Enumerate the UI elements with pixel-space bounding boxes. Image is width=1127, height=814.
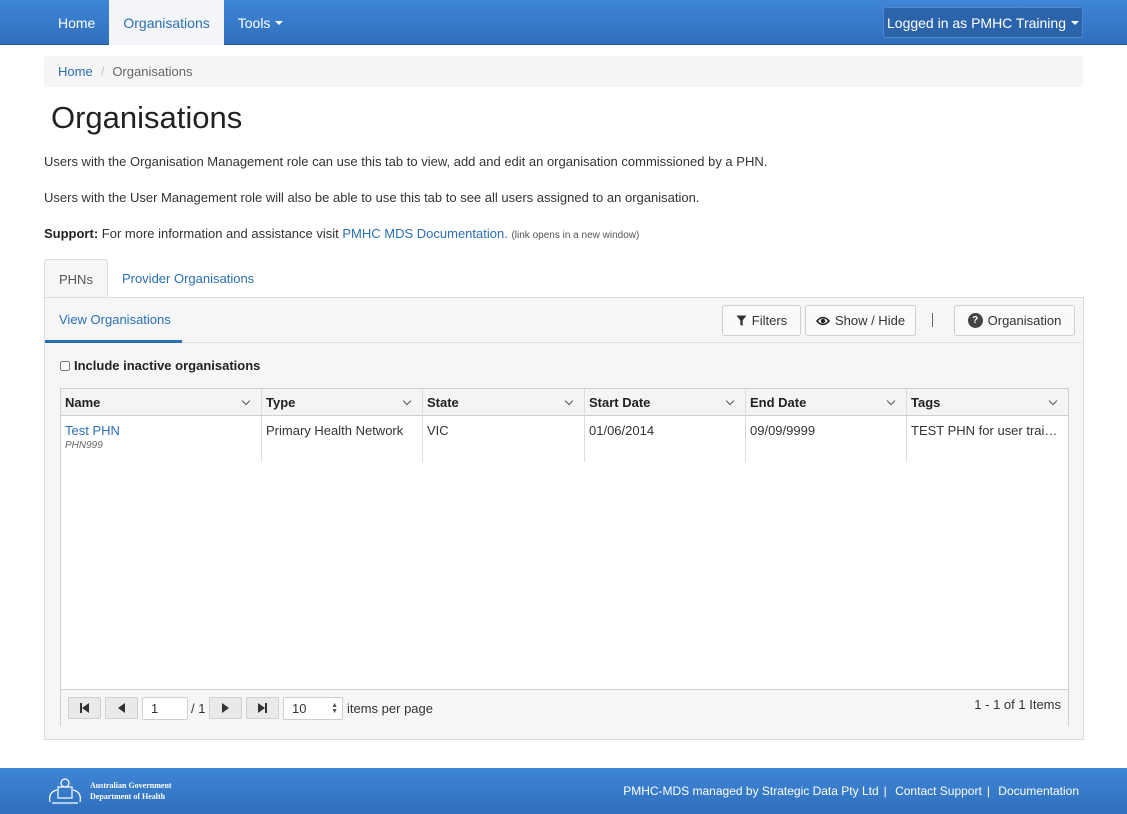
nav-tools[interactable]: Tools: [224, 0, 298, 45]
logo-line-1: Australian Government: [90, 781, 172, 790]
chevron-down-icon[interactable]: [241, 396, 251, 406]
prev-page-icon: [118, 703, 125, 713]
organisations-panel: View Organisations Filters Show / Hide ?…: [44, 297, 1084, 740]
panel-header: View Organisations Filters Show / Hide ?…: [45, 298, 1083, 343]
last-page-icon: [258, 703, 267, 713]
support-label: Support:: [44, 226, 99, 241]
organisation-help-label: Organisation: [987, 313, 1062, 328]
crest-icon: [49, 778, 81, 804]
organisation-tabs: PHNs Provider Organisations: [44, 259, 268, 298]
column-header-type[interactable]: Type: [262, 389, 423, 416]
documentation-link[interactable]: PMHC MDS Documentation.: [342, 226, 507, 241]
first-page-icon: [80, 703, 89, 713]
pager-summary: 1 - 1 of 1 Items: [974, 697, 1061, 712]
breadcrumb-home[interactable]: Home: [58, 64, 93, 79]
intro-paragraph-2: Users with the User Management role will…: [44, 190, 700, 205]
next-page-button[interactable]: [209, 697, 242, 719]
cell-type: Primary Health Network: [262, 416, 423, 462]
support-text: For more information and assistance visi…: [101, 226, 339, 241]
page-size-value: 10: [292, 701, 307, 716]
top-navbar: Home Organisations Tools Logged in as PM…: [0, 0, 1127, 45]
tab-phns[interactable]: PHNs: [44, 259, 108, 298]
cell-tags: TEST PHN for user training: [911, 423, 1068, 438]
cell-end-date: 09/09/9999: [746, 416, 907, 462]
organisations-grid: Name Type State Start Date End Date Tags: [60, 388, 1069, 726]
government-logo: Australian Government Department of Heal…: [44, 776, 172, 806]
last-page-button[interactable]: [246, 697, 279, 719]
tab-provider-organisations[interactable]: Provider Organisations: [108, 259, 268, 298]
logo-line-2: Department of Health: [90, 792, 166, 801]
column-header-label: Start Date: [589, 395, 651, 410]
nav-tools-label: Tools: [237, 14, 271, 31]
column-header-start-date[interactable]: Start Date: [585, 389, 746, 416]
column-header-tags[interactable]: Tags: [907, 389, 1068, 416]
page-size-select[interactable]: 10 ▲ ▼: [283, 697, 343, 720]
total-pages: / 1: [191, 701, 206, 716]
breadcrumb: Home / Organisations: [44, 56, 1083, 87]
items-per-page-label: items per page: [347, 701, 433, 716]
column-header-end-date[interactable]: End Date: [746, 389, 907, 416]
chevron-down-icon[interactable]: [564, 396, 574, 406]
nav-organisations[interactable]: Organisations: [109, 0, 224, 45]
show-hide-button[interactable]: Show / Hide: [805, 305, 916, 336]
column-header-name[interactable]: Name: [61, 389, 262, 416]
grid-pager: 1 / 1 10 ▲ ▼ items per page 1 - 1 of 1 It…: [61, 689, 1068, 726]
eye-icon: [815, 316, 830, 325]
chevron-down-icon[interactable]: [1048, 396, 1058, 406]
column-header-label: Name: [65, 395, 101, 410]
organisation-code: PHN999: [65, 440, 103, 451]
caret-down-icon: [275, 20, 284, 25]
breadcrumb-separator: /: [100, 64, 105, 79]
nav-home[interactable]: Home: [44, 0, 109, 45]
organisation-name-link[interactable]: Test PHN: [65, 423, 120, 438]
breadcrumb-current: Organisations: [112, 64, 193, 79]
logo-text: Australian Government Department of Heal…: [90, 780, 172, 802]
cell-start-date: 01/06/2014: [585, 416, 746, 462]
first-page-button[interactable]: [68, 697, 101, 719]
cell-name: Test PHN PHN999: [61, 416, 262, 462]
next-page-icon: [222, 703, 229, 713]
intro-paragraph-1: Users with the Organisation Management r…: [44, 154, 768, 169]
filters-label: Filters: [751, 313, 788, 328]
page-number-input[interactable]: 1: [142, 697, 188, 720]
contact-support-link[interactable]: Contact Support: [895, 784, 982, 798]
user-menu-label: Logged in as PMHC Training: [887, 14, 1066, 31]
column-header-state[interactable]: State: [423, 389, 585, 416]
managed-by-text: PMHC-MDS managed by Strategic Data Pty L…: [623, 784, 879, 798]
spinner-icon: ▲ ▼: [331, 702, 338, 715]
cell-state: VIC: [423, 416, 585, 462]
organisation-help-button[interactable]: ? Organisation: [954, 305, 1075, 336]
caret-down-icon: [1071, 20, 1079, 25]
footer-links: PMHC-MDS managed by Strategic Data Pty L…: [623, 784, 1079, 798]
column-header-label: End Date: [750, 395, 807, 410]
grid-header: Name Type State Start Date End Date Tags: [61, 389, 1068, 416]
support-paragraph: Support: For more information and assist…: [44, 226, 639, 241]
support-note: (link opens in a new window): [511, 230, 640, 241]
chevron-down-icon[interactable]: [402, 396, 412, 406]
toolbar-divider: [932, 313, 933, 327]
page-title: Organisations: [51, 100, 243, 135]
subtab-view-organisations[interactable]: View Organisations: [45, 298, 182, 343]
include-inactive-checkbox[interactable]: [60, 360, 70, 371]
filters-button[interactable]: Filters: [722, 305, 801, 336]
column-header-label: Tags: [911, 395, 941, 410]
user-menu-button[interactable]: Logged in as PMHC Training: [883, 7, 1083, 38]
table-row[interactable]: Test PHN PHN999 Primary Health Network V…: [61, 416, 1068, 462]
footer-documentation-link[interactable]: Documentation: [998, 784, 1079, 798]
chevron-down-icon[interactable]: [725, 396, 735, 406]
nav-list: Home Organisations Tools: [44, 0, 297, 45]
footer: Australian Government Department of Heal…: [0, 768, 1127, 814]
include-inactive-label: Include inactive organisations: [74, 358, 261, 373]
show-hide-label: Show / Hide: [834, 313, 906, 328]
previous-page-button[interactable]: [105, 697, 138, 719]
column-header-label: State: [427, 395, 459, 410]
include-inactive-row: Include inactive organisations: [60, 358, 260, 373]
chevron-down-icon[interactable]: [886, 396, 896, 406]
column-header-label: Type: [266, 395, 296, 410]
help-icon: ?: [967, 313, 983, 328]
filter-icon: [736, 315, 747, 326]
